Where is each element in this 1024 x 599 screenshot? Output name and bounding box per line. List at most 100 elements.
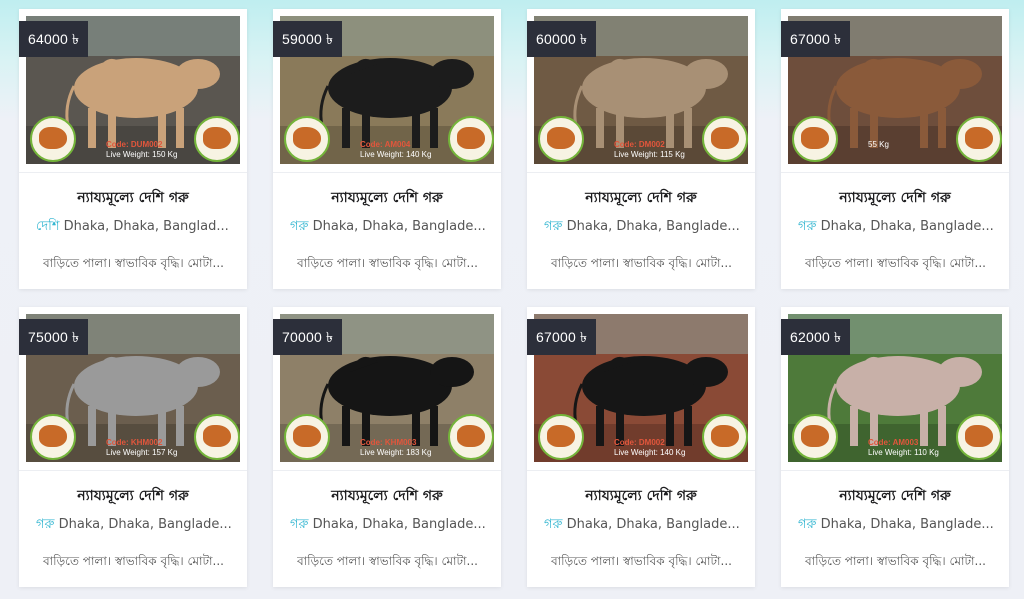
price-badge: 67000 ৳ (527, 319, 597, 355)
cow-weight-text: Live Weight: 110 Kg (868, 448, 939, 457)
card-divider (273, 470, 501, 471)
listing-location: গরু Dhaka, Dhaka, Banglade... (290, 217, 490, 238)
cow-head-icon (965, 425, 993, 447)
listing-location: গরু Dhaka, Dhaka, Banglade... (798, 515, 998, 536)
farm-logo-icon (956, 414, 1002, 460)
listing-card[interactable]: Code: KHM003 Live Weight: 183 Kg 70000 ৳ … (273, 307, 501, 587)
location-text: Dhaka, Dhaka, Banglad... (63, 219, 229, 234)
category-tag[interactable]: গরু (798, 517, 817, 532)
category-tag[interactable]: গরু (290, 517, 309, 532)
photo-code-label: Code: DM002 Live Weight: 115 Kg (614, 140, 685, 160)
listing-description: বাড়িতে পালা। স্বাভাবিক বৃদ্ধি। মোটা... (805, 554, 986, 568)
listing-card[interactable]: Code: AM003 Live Weight: 110 Kg 62000 ৳ ন… (781, 307, 1009, 587)
listing-title[interactable]: ন্যায্যমূল্যে দেশি গরু (273, 484, 501, 508)
listing-card[interactable]: Code: DUM002 Live Weight: 150 Kg 64000 ৳ … (19, 9, 247, 289)
listing-location: দেশি Dhaka, Dhaka, Banglad... (36, 217, 236, 238)
farm-logo-icon (792, 414, 838, 460)
cow-weight-text: Live Weight: 140 Kg (614, 448, 686, 457)
farm-logo-icon (284, 414, 330, 460)
listing-description: বাড়িতে পালা। স্বাভাবিক বৃদ্ধি। মোটা... (43, 554, 224, 568)
cow-head (176, 59, 220, 89)
listing-location: গরু Dhaka, Dhaka, Banglade... (544, 515, 744, 536)
cow-head-icon (203, 127, 231, 149)
listing-title[interactable]: ন্যায্যমূল্যে দেশি গরু (273, 186, 501, 210)
price-badge: 62000 ৳ (781, 319, 851, 355)
farm-logo-icon (30, 414, 76, 460)
listing-title[interactable]: ন্যায্যমূল্যে দেশি গরু (781, 484, 1009, 508)
listing-card[interactable]: Code: DM002 Live Weight: 140 Kg 67000 ৳ ন… (527, 307, 755, 587)
farm-logo-icon (792, 116, 838, 162)
farm-logo-icon (194, 116, 240, 162)
cow-leg (850, 406, 858, 446)
listing-card[interactable]: Code: DM002 Live Weight: 115 Kg 60000 ৳ ন… (527, 9, 755, 289)
listing-location: গরু Dhaka, Dhaka, Banglade... (36, 515, 236, 536)
listing-grid: Code: DUM002 Live Weight: 150 Kg 64000 ৳ … (0, 0, 1024, 599)
cow-head-icon (547, 127, 575, 149)
farm-logo-icon (538, 116, 584, 162)
price-badge: 64000 ৳ (19, 21, 89, 57)
listing-title[interactable]: ন্যায্যমূল্যে দেশি গরু (19, 484, 247, 508)
card-divider (19, 470, 247, 471)
cow-head-icon (801, 127, 829, 149)
location-text: Dhaka, Dhaka, Banglade... (312, 517, 486, 532)
cow-head-icon (457, 127, 485, 149)
cow-head (684, 59, 728, 89)
cow-code-text: Code: KHM002 (106, 438, 163, 447)
photo-code-label: Code: KHM002 Live Weight: 157 Kg (106, 438, 177, 458)
card-divider (527, 470, 755, 471)
card-divider (781, 172, 1009, 173)
category-tag[interactable]: গরু (36, 517, 55, 532)
photo-code-label: 55 Kg (868, 140, 889, 150)
cow-leg (938, 108, 946, 148)
cow-head-icon (203, 425, 231, 447)
cow-leg (596, 406, 604, 446)
listing-description: বাড়িতে পালা। স্বাভাবিক বৃদ্ধি। মোটা... (297, 554, 478, 568)
location-text: Dhaka, Dhaka, Banglade... (566, 219, 740, 234)
category-tag[interactable]: গরু (544, 219, 563, 234)
cow-leg (342, 406, 350, 446)
category-tag[interactable]: গরু (290, 219, 309, 234)
cow-code-text: Code: AM003 (868, 438, 919, 447)
location-text: Dhaka, Dhaka, Banglade... (820, 219, 994, 234)
cow-head (430, 357, 474, 387)
photo-code-label: Code: AM003 Live Weight: 110 Kg (868, 438, 939, 458)
location-text: Dhaka, Dhaka, Banglade... (312, 219, 486, 234)
cow-head (938, 357, 982, 387)
listing-card[interactable]: Code: AM004 Live Weight: 140 Kg 59000 ৳ ন… (273, 9, 501, 289)
listing-description: বাড়িতে পালা। স্বাভাবিক বৃদ্ধি। মোটা... (805, 256, 986, 270)
listing-title[interactable]: ন্যায্যমূল্যে দেশি গরু (527, 484, 755, 508)
category-tag[interactable]: দেশি (36, 219, 60, 234)
cow-head (430, 59, 474, 89)
category-tag[interactable]: গরু (544, 517, 563, 532)
photo-code-label: Code: AM004 Live Weight: 140 Kg (360, 140, 431, 160)
listing-card[interactable]: 55 Kg 67000 ৳ ন্যায্যমূল্যে দেশি গরু গরু… (781, 9, 1009, 289)
cow-leg (684, 108, 692, 148)
listing-title[interactable]: ন্যায্যমূল্যে দেশি গরু (781, 186, 1009, 210)
listing-title[interactable]: ন্যায্যমূল্যে দেশি গরু (19, 186, 247, 210)
listing-description: বাড়িতে পালা। স্বাভাবিক বৃদ্ধি। মোটা... (551, 256, 732, 270)
listing-card[interactable]: Code: KHM002 Live Weight: 157 Kg 75000 ৳ … (19, 307, 247, 587)
cow-weight-text: 55 Kg (868, 140, 889, 149)
cow-head-icon (39, 425, 67, 447)
cow-weight-text: Live Weight: 140 Kg (360, 150, 432, 159)
cow-head (938, 59, 982, 89)
cow-leg (88, 406, 96, 446)
cow-head-icon (965, 127, 993, 149)
cow-head-icon (711, 425, 739, 447)
price-badge: 59000 ৳ (273, 21, 343, 57)
cow-head-icon (547, 425, 575, 447)
listing-description: বাড়িতে পালা। স্বাভাবিক বৃদ্ধি। মোটা... (551, 554, 732, 568)
cow-leg (850, 108, 858, 148)
listing-description: বাড়িতে পালা। স্বাভাবিক বৃদ্ধি। মোটা... (43, 256, 224, 270)
cow-code-text: Code: DM002 (614, 438, 665, 447)
cow-leg (938, 406, 946, 446)
listing-title[interactable]: ন্যায্যমূল্যে দেশি গরু (527, 186, 755, 210)
cow-weight-text: Live Weight: 157 Kg (106, 448, 178, 457)
price-badge: 67000 ৳ (781, 21, 851, 57)
price-badge: 75000 ৳ (19, 319, 89, 355)
farm-logo-icon (956, 116, 1002, 162)
category-tag[interactable]: গরু (798, 219, 817, 234)
photo-code-label: Code: DM002 Live Weight: 140 Kg (614, 438, 685, 458)
farm-logo-icon (284, 116, 330, 162)
farm-logo-icon (538, 414, 584, 460)
